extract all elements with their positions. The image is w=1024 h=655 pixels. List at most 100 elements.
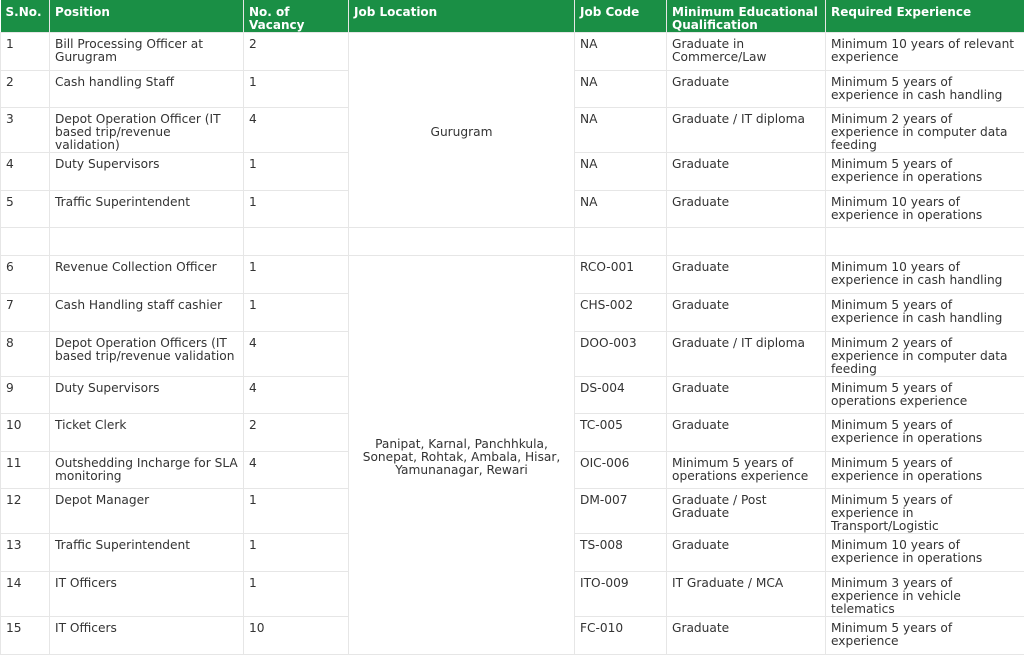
cell-experience: Minimum 5 years of experience in cash ha… [826, 293, 1024, 331]
cell-position: Traffic Superintendent [50, 190, 244, 228]
cell-sno: 1 [1, 33, 50, 71]
cell-job-code: NA [575, 33, 667, 71]
cell-qualification: Graduate [667, 70, 826, 108]
cell-job-code: TC-005 [575, 414, 667, 452]
cell-experience: Minimum 5 years of operations experience [826, 376, 1024, 414]
cell-sno: 14 [1, 571, 50, 616]
cell-vacancy: 2 [244, 33, 349, 71]
cell-vacancy: 1 [244, 256, 349, 294]
cell-experience: Minimum 10 years of experience in operat… [826, 190, 1024, 228]
cell-vacancy: 1 [244, 489, 349, 534]
cell-experience: Minimum 3 years of experience in vehicle… [826, 571, 1024, 616]
cell-job-code: NA [575, 190, 667, 228]
header-location: Job Location [349, 0, 575, 33]
cell-sno: 2 [1, 70, 50, 108]
spacer-cell [349, 228, 575, 256]
cell-experience: Minimum 5 years of experience in operati… [826, 153, 1024, 191]
cell-sno: 7 [1, 293, 50, 331]
cell-job-code: CHS-002 [575, 293, 667, 331]
cell-qualification: Graduate [667, 376, 826, 414]
cell-job-code: DOO-003 [575, 331, 667, 376]
cell-position: Depot Manager [50, 489, 244, 534]
cell-vacancy: 4 [244, 331, 349, 376]
spacer-cell [50, 228, 244, 256]
spacer-cell [1, 228, 50, 256]
cell-experience: Minimum 5 years of experience in operati… [826, 451, 1024, 489]
cell-job-code: FC-010 [575, 616, 667, 654]
vacancy-table: S.No. Position No. of Vacancy Job Locati… [0, 0, 1024, 655]
cell-sno: 11 [1, 451, 50, 489]
cell-qualification: Graduate / IT diploma [667, 108, 826, 153]
cell-vacancy: 1 [244, 70, 349, 108]
cell-experience: Minimum 10 years of experience in cash h… [826, 256, 1024, 294]
spacer-cell [667, 228, 826, 256]
cell-job-code: NA [575, 153, 667, 191]
cell-job-code: TS-008 [575, 534, 667, 572]
cell-vacancy: 4 [244, 451, 349, 489]
cell-sno: 13 [1, 534, 50, 572]
header-position: Position [50, 0, 244, 33]
cell-qualification: Graduate / IT diploma [667, 331, 826, 376]
cell-experience: Minimum 5 years of experience in operati… [826, 414, 1024, 452]
cell-position: Cash Handling staff cashier [50, 293, 244, 331]
cell-job-code: DM-007 [575, 489, 667, 534]
cell-qualification: Graduate [667, 534, 826, 572]
cell-position: Ticket Clerk [50, 414, 244, 452]
table-row: 6Revenue Collection Officer1Panipat, Kar… [1, 256, 1024, 294]
cell-qualification: Graduate / Post Graduate [667, 489, 826, 534]
table-row: 1Bill Processing Officer at Gurugram2Gur… [1, 33, 1024, 71]
spacer-cell [826, 228, 1024, 256]
cell-vacancy: 1 [244, 534, 349, 572]
cell-job-code: DS-004 [575, 376, 667, 414]
table-body: 1Bill Processing Officer at Gurugram2Gur… [1, 33, 1024, 655]
cell-location: Gurugram [349, 33, 575, 228]
cell-sno: 3 [1, 108, 50, 153]
cell-qualification: IT Graduate / MCA [667, 571, 826, 616]
cell-job-code: ITO-009 [575, 571, 667, 616]
cell-sno: 8 [1, 331, 50, 376]
cell-position: Bill Processing Officer at Gurugram [50, 33, 244, 71]
cell-vacancy: 4 [244, 376, 349, 414]
cell-vacancy: 2 [244, 414, 349, 452]
cell-position: Traffic Superintendent [50, 534, 244, 572]
cell-sno: 5 [1, 190, 50, 228]
cell-vacancy: 1 [244, 153, 349, 191]
cell-position: Duty Supervisors [50, 153, 244, 191]
cell-job-code: NA [575, 70, 667, 108]
cell-experience: Minimum 5 years of experience [826, 616, 1024, 654]
spacer-cell [244, 228, 349, 256]
header-job-code: Job Code [575, 0, 667, 33]
cell-experience: Minimum 2 years of experience in compute… [826, 108, 1024, 153]
cell-vacancy: 4 [244, 108, 349, 153]
cell-position: Duty Supervisors [50, 376, 244, 414]
cell-position: Revenue Collection Officer [50, 256, 244, 294]
cell-sno: 10 [1, 414, 50, 452]
header-experience: Required Experience [826, 0, 1024, 33]
cell-qualification: Graduate [667, 616, 826, 654]
cell-job-code: OIC-006 [575, 451, 667, 489]
cell-position: IT Officers [50, 616, 244, 654]
cell-position: Depot Operation Officers (IT based trip/… [50, 331, 244, 376]
cell-sno: 4 [1, 153, 50, 191]
cell-experience: Minimum 5 years of experience in Transpo… [826, 489, 1024, 534]
header-qualification: Minimum Educational Qualification [667, 0, 826, 33]
cell-vacancy: 1 [244, 571, 349, 616]
cell-qualification: Graduate [667, 293, 826, 331]
cell-experience: Minimum 5 years of experience in cash ha… [826, 70, 1024, 108]
cell-position: Depot Operation Officer (IT based trip/r… [50, 108, 244, 153]
cell-qualification: Graduate [667, 153, 826, 191]
cell-vacancy: 1 [244, 190, 349, 228]
cell-position: Outshedding Incharge for SLA monitoring [50, 451, 244, 489]
cell-experience: Minimum 10 years of relevant experience [826, 33, 1024, 71]
cell-position: Cash handling Staff [50, 70, 244, 108]
spacer-row [1, 228, 1024, 256]
cell-qualification: Minimum 5 years of operations experience [667, 451, 826, 489]
cell-sno: 6 [1, 256, 50, 294]
header-sno: S.No. [1, 0, 50, 33]
cell-qualification: Graduate in Commerce/Law [667, 33, 826, 71]
cell-experience: Minimum 2 years of experience in compute… [826, 331, 1024, 376]
cell-sno: 15 [1, 616, 50, 654]
cell-location: Panipat, Karnal, Panchhkula, Sonepat, Ro… [349, 256, 575, 654]
cell-qualification: Graduate [667, 190, 826, 228]
cell-sno: 9 [1, 376, 50, 414]
